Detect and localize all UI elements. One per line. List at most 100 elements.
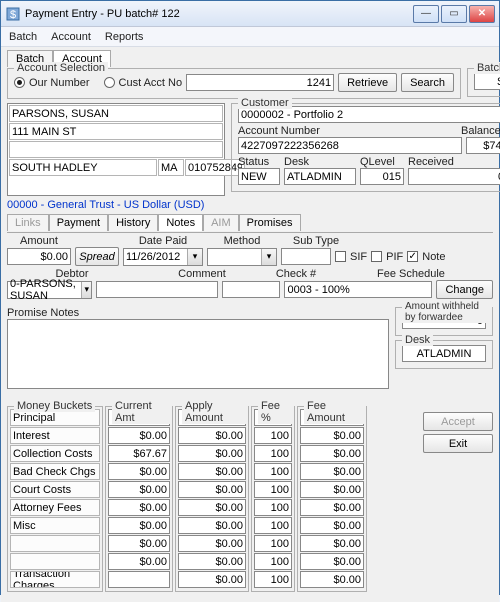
- fee-pct-cell[interactable]: [254, 499, 292, 516]
- qlevel-value: [360, 168, 404, 185]
- comment-label: Comment: [141, 268, 263, 280]
- ftab-notes[interactable]: Notes: [158, 214, 203, 231]
- bucket-label: Attorney Fees: [10, 499, 100, 516]
- spread-button[interactable]: Spread: [75, 247, 119, 266]
- amount-withheld-legend: Amount withheld by forwardee: [402, 301, 492, 323]
- bucket-label: Interest: [10, 427, 100, 444]
- minimize-button[interactable]: —: [413, 5, 439, 23]
- maximize-button[interactable]: ▭: [441, 5, 467, 23]
- ftab-promises[interactable]: Promises: [239, 214, 301, 231]
- promise-notes-input[interactable]: [7, 319, 389, 389]
- customer-legend: Customer: [238, 97, 292, 109]
- fee-amount-cell[interactable]: [300, 553, 364, 570]
- check-input[interactable]: [222, 281, 280, 298]
- label-our-number: Our Number: [29, 77, 90, 89]
- fee-pct-cell[interactable]: [254, 445, 292, 462]
- radio-cust-acct[interactable]: [104, 77, 115, 88]
- fee-pct-cell[interactable]: [254, 571, 292, 588]
- ftab-payment[interactable]: Payment: [49, 214, 108, 231]
- bucket-label: Transaction Charges: [10, 571, 100, 588]
- fee-pct-cell[interactable]: [254, 535, 292, 552]
- method-combo[interactable]: ▾: [207, 248, 277, 266]
- debtor-combo[interactable]: 0-PARSONS, SUSAN▾: [7, 281, 92, 299]
- bucket-label: [10, 553, 100, 570]
- batch-totals-group: Batch Totals: [467, 68, 500, 97]
- ftab-history[interactable]: History: [108, 214, 158, 231]
- ftab-links[interactable]: Links: [7, 214, 49, 231]
- ftab-aim[interactable]: AIM: [203, 214, 239, 231]
- account-selection-group: Account Selection Our Number Cust Acct N…: [7, 68, 461, 99]
- balance-due-label: Balance Due: [461, 125, 500, 137]
- apply-amount-cell[interactable]: [178, 517, 246, 534]
- amount-withheld-group: Amount withheld by forwardee: [395, 307, 493, 336]
- fee-amount-cell[interactable]: [300, 517, 364, 534]
- titlebar[interactable]: $ Payment Entry - PU batch# 122 — ▭ ✕: [1, 1, 499, 27]
- current-amt-cell: [108, 517, 170, 534]
- account-number-input[interactable]: [186, 74, 334, 91]
- apply-amount-cell[interactable]: [178, 535, 246, 552]
- fee-amount-cell[interactable]: [300, 463, 364, 480]
- fee-amount-cell[interactable]: [300, 535, 364, 552]
- apply-amount-cell[interactable]: [178, 463, 246, 480]
- amount-label: Amount: [7, 235, 71, 247]
- apply-amount-col: Apply Amount: [175, 406, 249, 592]
- fee-pct-cell[interactable]: [254, 463, 292, 480]
- desk-box-group: Desk: [395, 340, 493, 369]
- menu-reports[interactable]: Reports: [105, 31, 144, 43]
- desk-box-value: [402, 345, 486, 362]
- fee-amount-cell[interactable]: [300, 427, 364, 444]
- balance-due-value: [466, 137, 500, 154]
- menubar: Batch Account Reports: [1, 27, 499, 47]
- svg-text:$: $: [10, 9, 16, 21]
- bucket-label: Court Costs: [10, 481, 100, 498]
- close-button[interactable]: ✕: [469, 5, 495, 23]
- apply-amount-cell[interactable]: [178, 499, 246, 516]
- apply-amount-cell[interactable]: [178, 481, 246, 498]
- qlevel-label: QLevel: [360, 156, 404, 168]
- apply-amount-cell[interactable]: [178, 445, 246, 462]
- desk-value: [284, 168, 356, 185]
- batch-total-amount: [474, 73, 500, 90]
- account-number-value: [238, 137, 462, 154]
- pif-checkbox[interactable]: [371, 251, 382, 262]
- current-amt-cell: [108, 499, 170, 516]
- label-cust-acct: Cust Acct No: [119, 77, 183, 89]
- date-paid-label: Date Paid: [123, 235, 203, 247]
- fee-amount-cell[interactable]: [300, 499, 364, 516]
- search-button[interactable]: Search: [401, 73, 454, 92]
- date-paid-combo[interactable]: 11/26/2012▾: [123, 248, 203, 266]
- debtor-name: [9, 105, 223, 122]
- menu-batch[interactable]: Batch: [9, 31, 37, 43]
- change-button[interactable]: Change: [436, 280, 493, 299]
- radio-our-number[interactable]: [14, 77, 25, 88]
- current-amt-col: Current Amt: [105, 406, 173, 592]
- fee-amount-cell[interactable]: [300, 481, 364, 498]
- amount-input[interactable]: [7, 248, 71, 265]
- comment-input[interactable]: [96, 281, 218, 298]
- chevron-down-icon: ▾: [81, 282, 91, 298]
- subtype-input[interactable]: [281, 248, 331, 265]
- apply-amount-cell[interactable]: [178, 571, 246, 588]
- apply-amount-cell[interactable]: [178, 553, 246, 570]
- fee-pct-col: Fee %: [251, 406, 295, 592]
- accept-button[interactable]: Accept: [423, 412, 493, 431]
- fee-pct-cell[interactable]: [254, 553, 292, 570]
- fee-pct-cell[interactable]: [254, 427, 292, 444]
- method-label: Method: [207, 235, 277, 247]
- fee-amount-cell[interactable]: [300, 445, 364, 462]
- fee-amount-cell[interactable]: [300, 571, 364, 588]
- retrieve-button[interactable]: Retrieve: [338, 73, 397, 92]
- sif-checkbox[interactable]: [335, 251, 346, 262]
- bucket-label: Misc: [10, 517, 100, 534]
- fee-pct-cell[interactable]: [254, 517, 292, 534]
- received-label: Received: [408, 156, 500, 168]
- note-checkbox[interactable]: [407, 251, 418, 262]
- menu-account[interactable]: Account: [51, 31, 91, 43]
- apply-amount-cell[interactable]: [178, 427, 246, 444]
- current-amt-cell: [108, 481, 170, 498]
- exit-button[interactable]: Exit: [423, 434, 493, 453]
- customer-group: Customer Account Number Balance Due USD …: [231, 103, 500, 192]
- promise-notes-label: Promise Notes: [7, 307, 389, 319]
- debtor-state: [158, 159, 184, 176]
- fee-pct-cell[interactable]: [254, 481, 292, 498]
